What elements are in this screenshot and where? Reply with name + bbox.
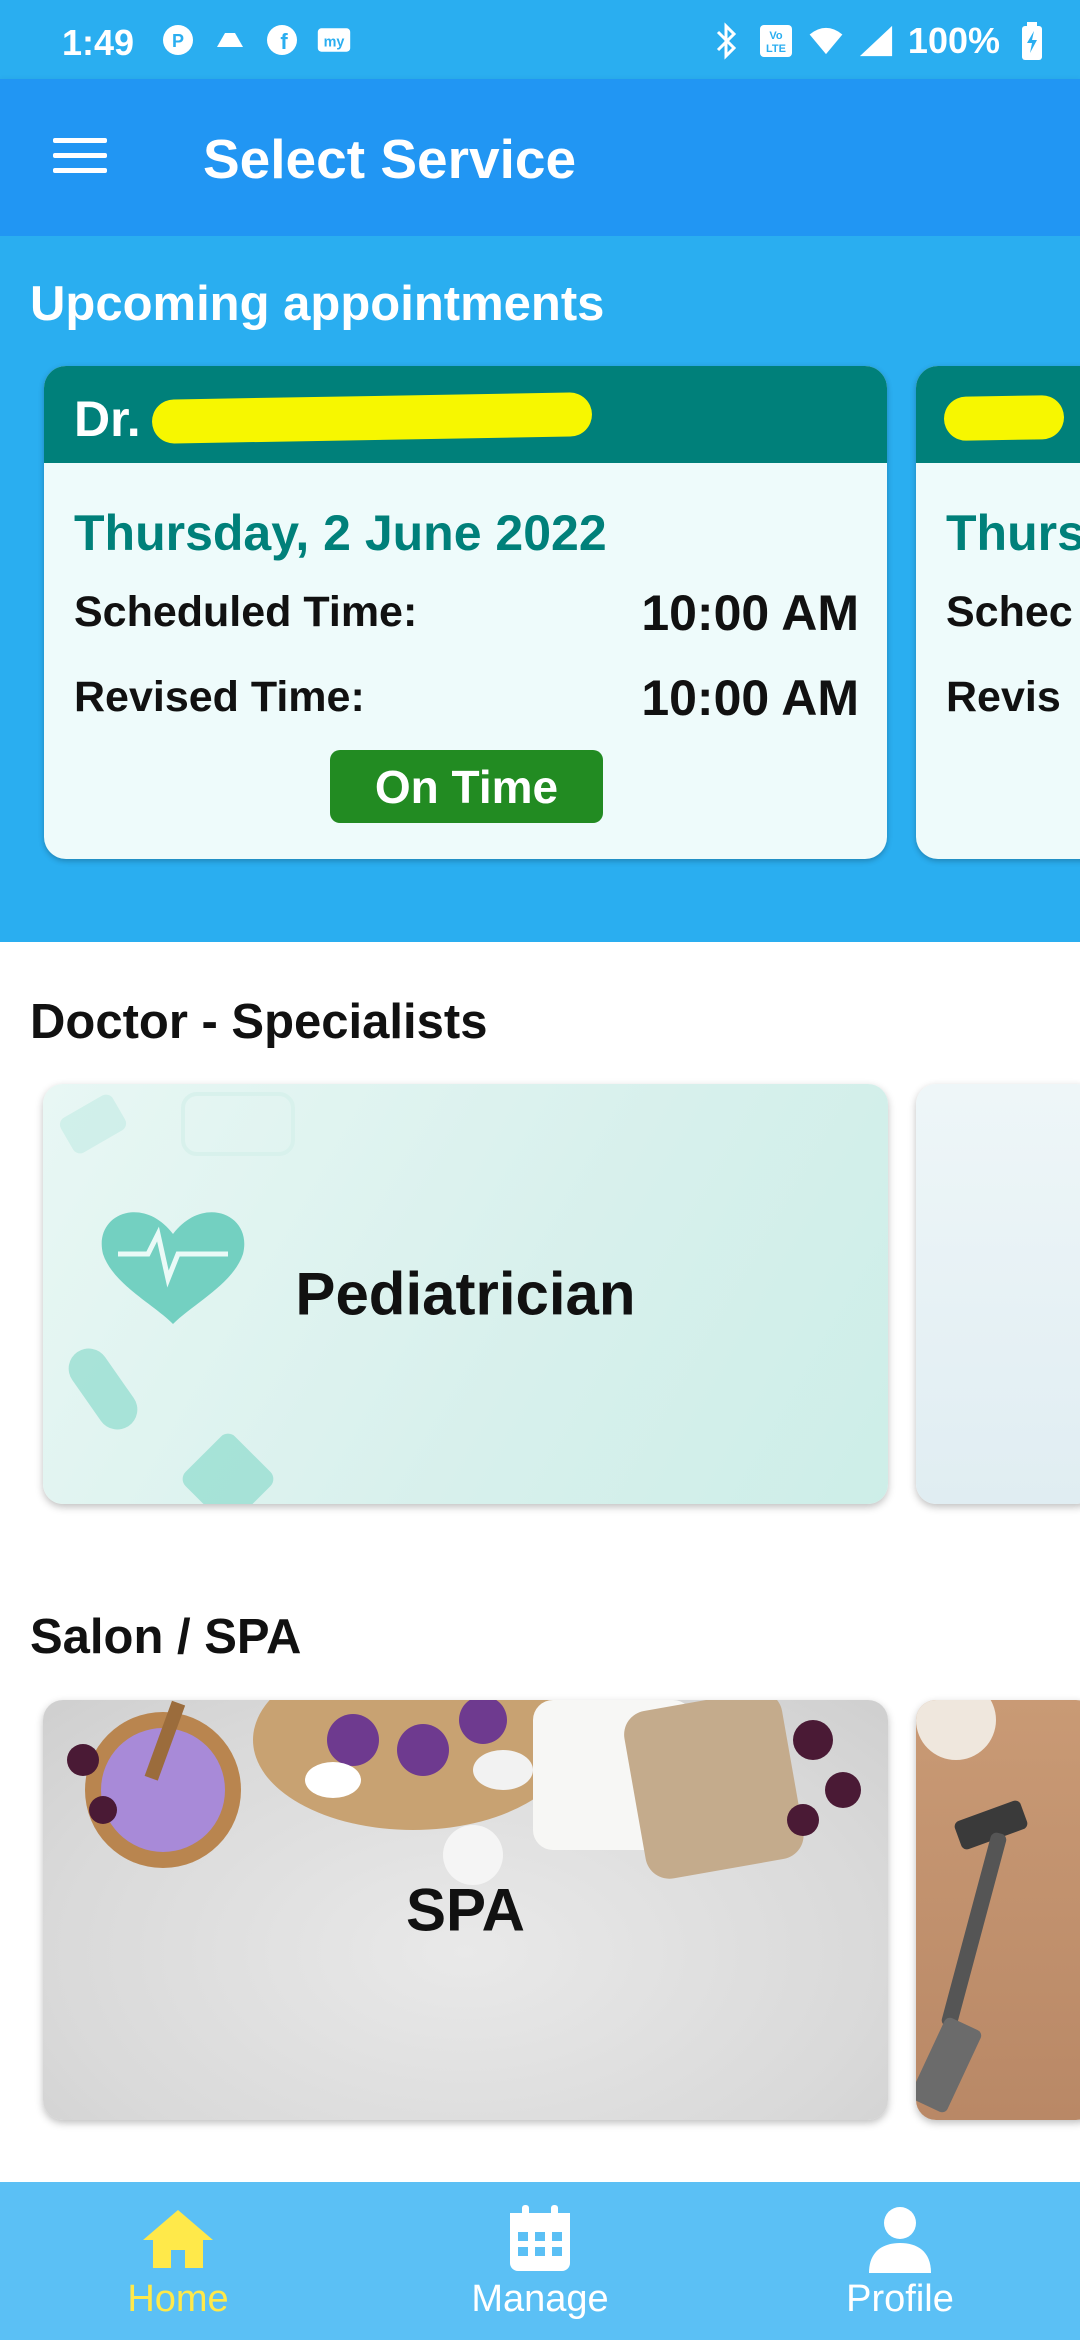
svg-text:my: my	[324, 34, 345, 50]
battery-percent: 100%	[907, 20, 1000, 61]
facebook-icon: f	[264, 22, 300, 58]
service-card-next[interactable]	[916, 1084, 1080, 1504]
scheduled-time-label: Schec	[946, 588, 1073, 636]
hamburger-menu-icon	[53, 136, 107, 181]
service-card-spa[interactable]: SPA	[43, 1700, 888, 2120]
appointment-card-header	[916, 366, 1080, 463]
razor-image	[916, 1700, 1028, 2113]
svg-text:Vo: Vo	[769, 30, 783, 42]
svg-text:P: P	[172, 31, 184, 51]
calendar-icon	[500, 2204, 580, 2274]
status-bar: 1:49 P f my Vo LTE 100%	[0, 0, 1080, 79]
scheduled-time-value: 10:00 AM	[641, 585, 859, 641]
service-card-pediatrician[interactable]: Pediatrician	[43, 1084, 888, 1504]
category-title-salon: Salon / SPA	[30, 1610, 302, 1664]
home-icon	[138, 2204, 218, 2274]
service-card-next[interactable]	[916, 1700, 1080, 2120]
nav-home[interactable]: Home	[58, 2182, 298, 2340]
svg-text:LTE: LTE	[766, 43, 786, 55]
nav-label: Home	[127, 2278, 229, 2320]
person-icon	[860, 2204, 940, 2274]
menu-button[interactable]	[40, 123, 120, 193]
notification-icon: P	[160, 22, 196, 58]
drive-icon	[212, 22, 248, 58]
scheduled-time-label: Scheduled Time:	[74, 588, 418, 636]
bluetooth-icon	[708, 22, 744, 60]
redaction-mark	[151, 392, 593, 444]
nav-label: Profile	[846, 2278, 954, 2320]
appointment-date: Thurs	[946, 505, 1080, 561]
svg-text:f: f	[280, 29, 288, 54]
page-title: Select Service	[203, 128, 577, 190]
nav-label: Manage	[471, 2278, 609, 2320]
service-label: Pediatrician	[295, 1260, 636, 1328]
service-label: SPA	[406, 1876, 525, 1944]
bottom-navigation: Home Manage Profile	[0, 2182, 1080, 2340]
upcoming-appointments-section: Upcoming appointments Dr. Thursday, 2 Ju…	[0, 236, 1080, 942]
category-title-doctor: Doctor - Specialists	[30, 995, 488, 1049]
upcoming-title: Upcoming appointments	[30, 277, 605, 331]
notification-icons: P f my	[160, 22, 352, 58]
app-bar: Select Service	[0, 79, 1080, 236]
nav-manage[interactable]: Manage	[420, 2182, 660, 2340]
wifi-icon	[808, 23, 844, 59]
revised-time-label: Revised Time:	[74, 673, 365, 721]
appointment-card-header: Dr.	[44, 366, 887, 463]
battery-charging-icon	[1014, 22, 1050, 60]
revised-time-label: Revis	[946, 673, 1061, 721]
appointment-card[interactable]: Thurs Schec Revis	[916, 366, 1080, 859]
nav-profile[interactable]: Profile	[780, 2182, 1020, 2340]
volte-icon: Vo LTE	[758, 23, 794, 59]
status-right: Vo LTE 100%	[708, 20, 1050, 62]
redaction-mark	[943, 394, 1065, 442]
status-badge: On Time	[330, 750, 603, 823]
app-icon: my	[316, 22, 352, 58]
doctor-name: Dr.	[74, 391, 141, 447]
signal-icon	[858, 23, 894, 59]
status-time: 1:49	[62, 22, 135, 63]
appointment-card[interactable]: Dr. Thursday, 2 June 2022 Scheduled Time…	[44, 366, 887, 859]
appointment-date: Thursday, 2 June 2022	[74, 505, 607, 561]
revised-time-value: 10:00 AM	[641, 670, 859, 726]
